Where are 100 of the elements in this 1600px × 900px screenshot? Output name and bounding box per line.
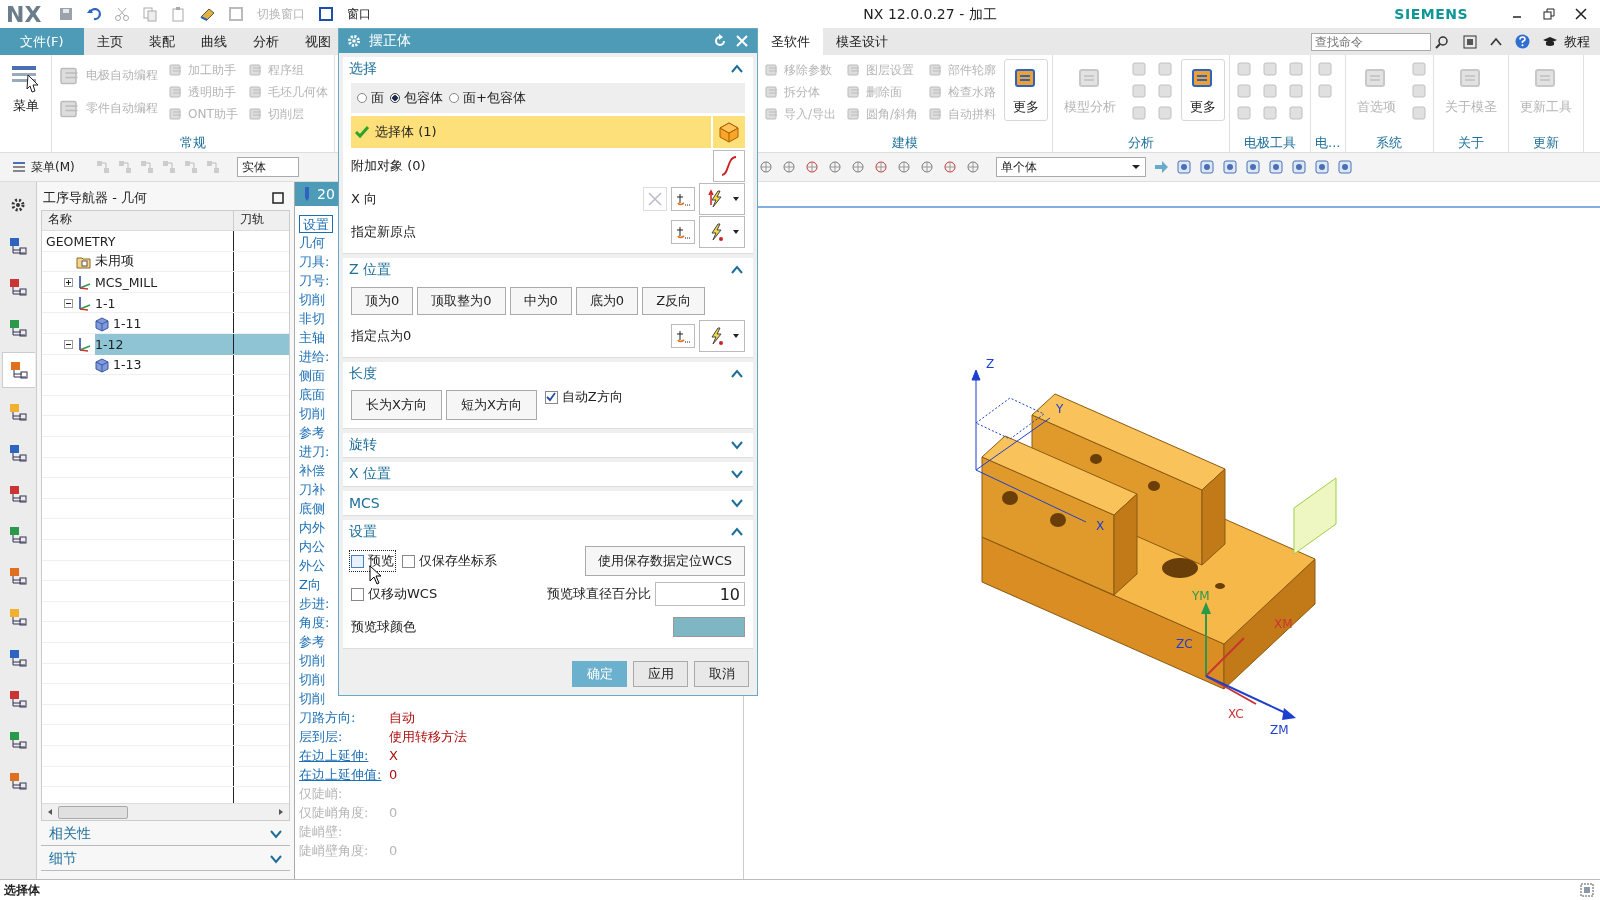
- action-button[interactable]: 底为0: [575, 287, 639, 315]
- scope-filter-dropdown[interactable]: 单个体: [996, 157, 1146, 177]
- radio-option[interactable]: 面+包容体: [449, 89, 526, 107]
- ribbon-tab[interactable]: 圣软件: [758, 28, 823, 55]
- dialog-button[interactable]: 应用: [633, 661, 688, 687]
- tool-icon[interactable]: [758, 159, 774, 175]
- ribbon-tab[interactable]: 模圣设计: [823, 28, 901, 55]
- tool-icon[interactable]: [896, 159, 912, 175]
- window-switch-icon[interactable]: [228, 6, 245, 22]
- section-header[interactable]: Z 位置: [343, 258, 753, 282]
- point-dialog-button[interactable]: [671, 220, 695, 244]
- undo-icon[interactable]: [86, 6, 103, 22]
- locate-wcs-button[interactable]: 使用保存数据定位WCS: [584, 546, 745, 576]
- ribbon-tab[interactable]: 装配: [135, 28, 188, 55]
- search-field[interactable]: 查找命令: [1311, 32, 1431, 51]
- expander-icon[interactable]: [64, 278, 73, 287]
- eraser-icon[interactable]: [198, 6, 217, 22]
- dialog-button[interactable]: 取消: [694, 661, 749, 687]
- ribbon-tab[interactable]: 主页: [83, 28, 136, 55]
- tree-item[interactable]: GEOMETRY: [46, 231, 233, 252]
- action-button[interactable]: 顶取整为0: [417, 287, 506, 315]
- inferred-dropdown[interactable]: [699, 216, 745, 248]
- search-icon[interactable]: [1435, 34, 1449, 49]
- tree-item[interactable]: 1-12: [95, 333, 233, 355]
- tree-item[interactable]: 1-11: [113, 313, 233, 334]
- tool-icon[interactable]: [1291, 159, 1307, 175]
- ribbon-command[interactable]: 更多: [1181, 59, 1226, 121]
- point-dialog-button[interactable]: [671, 187, 695, 211]
- property-label[interactable]: 在边上延伸值:: [299, 765, 389, 784]
- reset-icon[interactable]: [713, 34, 727, 48]
- window-icon[interactable]: [318, 6, 335, 22]
- tool-icon[interactable]: [781, 159, 797, 175]
- tool-icon[interactable]: [850, 159, 866, 175]
- ribbon-tab[interactable]: 曲线: [187, 28, 240, 55]
- property-label[interactable]: 在边上延伸:: [299, 746, 389, 765]
- checkbox-option[interactable]: 仅保存坐标系: [402, 552, 497, 570]
- tool-icon[interactable]: [919, 159, 935, 175]
- expander-icon[interactable]: [64, 339, 73, 349]
- action-button[interactable]: 短为X方向: [445, 390, 537, 420]
- action-button[interactable]: 中为0: [509, 287, 572, 315]
- select-curve-button[interactable]: [713, 150, 745, 182]
- column-header[interactable]: 名称: [42, 211, 234, 230]
- copy-icon[interactable]: [142, 6, 159, 22]
- maximize-icon[interactable]: [272, 192, 284, 204]
- reverse-direction-button[interactable]: [643, 187, 667, 211]
- section-header[interactable]: 选择: [343, 57, 753, 81]
- menu-button[interactable]: 菜单(M): [6, 157, 81, 177]
- radio-option[interactable]: 面: [357, 89, 384, 107]
- tool-icon[interactable]: [804, 159, 820, 175]
- action-button[interactable]: 长为X方向: [351, 390, 442, 420]
- paste-icon[interactable]: [170, 6, 187, 22]
- point-dialog-button[interactable]: [671, 324, 695, 348]
- restore-icon[interactable]: [1542, 7, 1556, 21]
- scroll-right-icon[interactable]: [277, 808, 285, 816]
- tree-item[interactable]: 1-13: [113, 354, 233, 376]
- tool-icon[interactable]: [965, 159, 981, 175]
- tool-icon[interactable]: [1176, 159, 1192, 175]
- panel-section-header[interactable]: 相关性: [41, 823, 290, 846]
- graduation-cap-icon[interactable]: [1542, 34, 1558, 49]
- select-body-button[interactable]: [713, 116, 745, 148]
- radio-option[interactable]: 包容体: [390, 89, 443, 107]
- ribbon-command[interactable]: 更多: [1004, 59, 1049, 121]
- tree-item[interactable]: 未用项: [95, 251, 233, 273]
- percent-input[interactable]: 10: [655, 582, 745, 606]
- type-filter-dropdown[interactable]: 实体: [236, 157, 299, 177]
- help-icon[interactable]: [1515, 34, 1530, 49]
- ribbon-tab[interactable]: 视图: [291, 28, 331, 55]
- settings-link[interactable]: 设置: [299, 215, 333, 233]
- selection-field[interactable]: 选择体 (1): [351, 116, 711, 148]
- tool-icon[interactable]: [1337, 159, 1353, 175]
- color-swatch[interactable]: [673, 617, 745, 637]
- inferred-dropdown[interactable]: [699, 183, 745, 215]
- tool-icon[interactable]: [873, 159, 889, 175]
- checkbox-option[interactable]: 预览: [351, 552, 394, 570]
- section-header[interactable]: 设置: [343, 520, 753, 544]
- section-header[interactable]: 旋转: [343, 433, 753, 457]
- selection-icon[interactable]: [1580, 883, 1594, 897]
- tree-item[interactable]: MCS_MILL: [95, 272, 233, 293]
- tree-item[interactable]: 1-1: [95, 292, 233, 314]
- window-menu-button[interactable]: 窗口: [343, 5, 376, 23]
- action-button[interactable]: 顶为0: [351, 287, 414, 315]
- section-header[interactable]: 长度: [343, 362, 753, 386]
- column-header[interactable]: 刀轨: [234, 211, 289, 230]
- fullscreen-icon[interactable]: [1463, 34, 1477, 49]
- expander-icon[interactable]: [64, 298, 73, 308]
- tutorial-link[interactable]: 教程: [1564, 32, 1590, 51]
- menu-button[interactable]: 菜单: [0, 55, 52, 152]
- tool-icon[interactable]: [942, 159, 958, 175]
- checkbox-option[interactable]: 仅移动WCS: [351, 585, 438, 603]
- scroll-left-icon[interactable]: [46, 808, 54, 816]
- action-button[interactable]: Z反向: [642, 287, 706, 315]
- tool-icon[interactable]: [1245, 159, 1261, 175]
- panel-section-header[interactable]: 细节: [41, 848, 290, 871]
- section-header[interactable]: X 位置: [343, 462, 753, 486]
- scrollbar-thumb[interactable]: [58, 805, 128, 819]
- tool-icon[interactable]: [1199, 159, 1215, 175]
- tool-icon[interactable]: [1314, 159, 1330, 175]
- inferred-dropdown[interactable]: [699, 320, 745, 352]
- section-header[interactable]: MCS: [343, 491, 753, 515]
- checkbox-option[interactable]: 自动Z方向: [544, 388, 623, 406]
